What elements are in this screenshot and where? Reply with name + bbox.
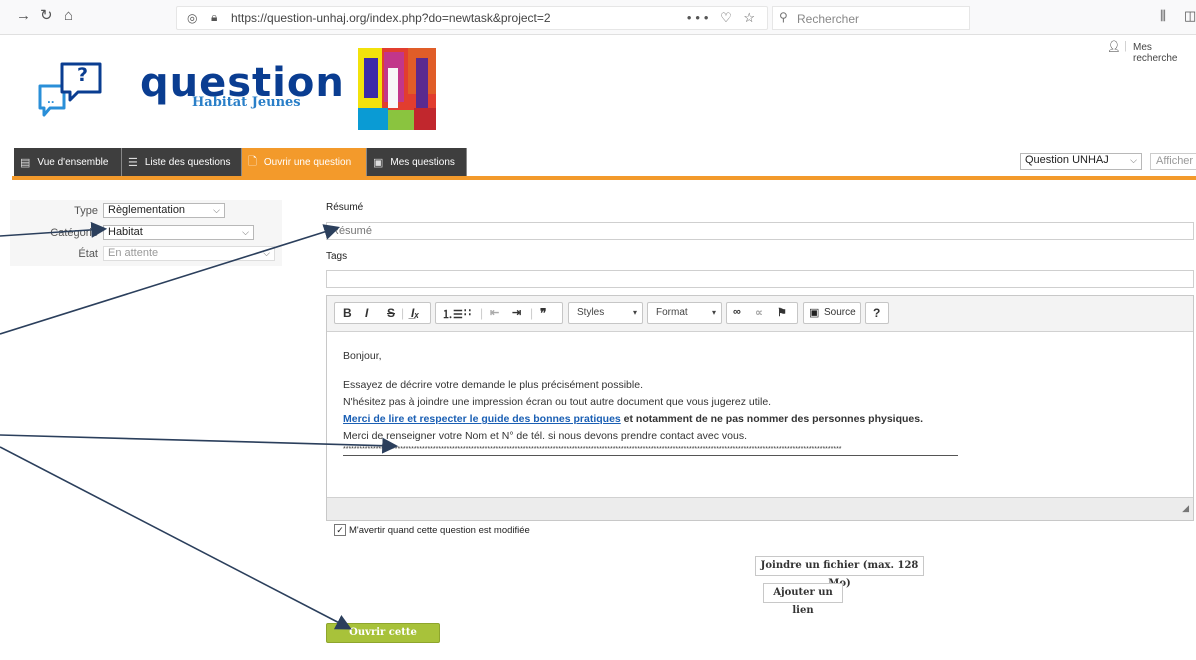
- arrow-to-category: [0, 221, 108, 238]
- arrow-to-summary: [0, 224, 341, 335]
- arrow-to-submit: [0, 446, 352, 630]
- annotation-arrows: [0, 221, 399, 630]
- arrow-to-description: [0, 434, 399, 454]
